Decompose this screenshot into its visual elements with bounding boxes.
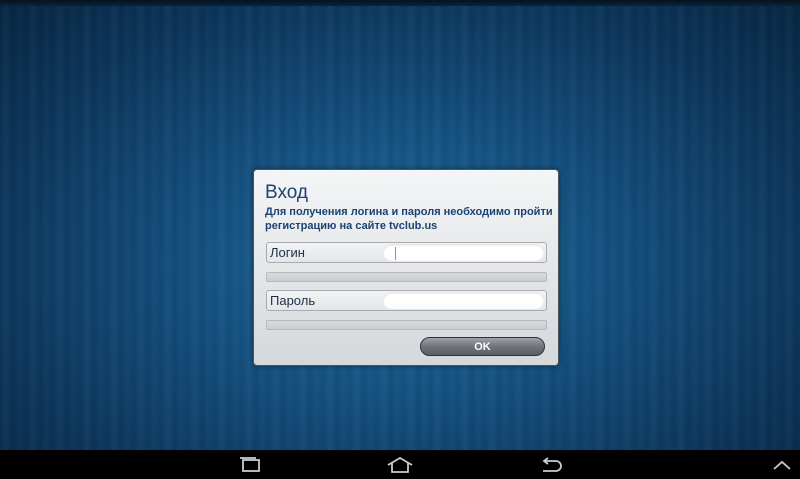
text-cursor xyxy=(395,247,396,260)
recent-apps-icon[interactable] xyxy=(230,450,270,479)
password-input[interactable] xyxy=(383,292,544,309)
login-label: Логин xyxy=(270,245,305,260)
password-divider xyxy=(266,320,547,330)
dialog-description: Для получения логина и пароля необходимо… xyxy=(265,206,553,232)
navigation-bar xyxy=(0,450,800,479)
back-icon[interactable] xyxy=(531,450,571,479)
home-icon[interactable] xyxy=(380,450,420,479)
status-bar xyxy=(0,0,800,6)
login-row: Логин xyxy=(266,242,547,263)
login-input[interactable] xyxy=(383,244,544,261)
password-label: Пароль xyxy=(270,293,316,308)
login-divider xyxy=(266,272,547,282)
screen: Вход Для получения логина и пароля необх… xyxy=(0,0,800,479)
ok-button[interactable]: OK xyxy=(420,337,545,356)
chevron-up-icon[interactable] xyxy=(762,450,800,479)
password-row: Пароль xyxy=(266,290,547,311)
login-dialog: Вход Для получения логина и пароля необх… xyxy=(253,169,559,366)
dialog-title: Вход xyxy=(265,182,308,203)
